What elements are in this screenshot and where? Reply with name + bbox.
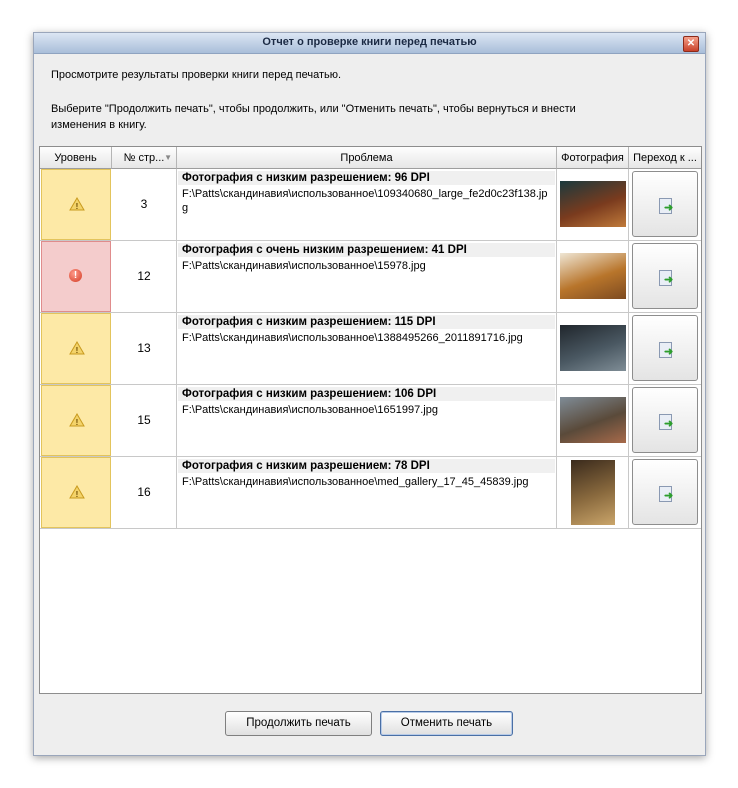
title-bar[interactable]: Отчет о проверке книги перед печатью ✕ bbox=[34, 33, 705, 54]
svg-text:!: ! bbox=[76, 346, 79, 355]
column-header-goto[interactable]: Переход к ... bbox=[629, 147, 701, 169]
close-icon[interactable]: ✕ bbox=[683, 36, 699, 52]
photo-cell bbox=[557, 313, 629, 384]
table-row[interactable]: ! 3 Фотография с низким разрешением: 96 DP… bbox=[40, 169, 701, 241]
level-cell: ! bbox=[41, 313, 111, 384]
photo-cell bbox=[557, 241, 629, 312]
goto-cell: ➜ bbox=[629, 241, 701, 312]
page-number-cell: 15 bbox=[112, 385, 177, 456]
page-number-cell: 13 bbox=[112, 313, 177, 384]
page-number-cell: 16 bbox=[112, 457, 177, 528]
problem-title: Фотография с низким разрешением: 106 DPI bbox=[178, 387, 555, 401]
file-path: F:\Patts\скандинавия\использованное\1597… bbox=[182, 260, 426, 272]
goto-page-button[interactable]: ➜ bbox=[632, 387, 698, 453]
level-cell: ! bbox=[41, 169, 111, 240]
goto-page-button[interactable]: ➜ bbox=[632, 459, 698, 525]
warning-icon: ! bbox=[69, 197, 85, 211]
problem-title: Фотография с низким разрешением: 115 DPI bbox=[178, 315, 555, 329]
column-header-level[interactable]: Уровень bbox=[40, 147, 112, 169]
goto-cell: ➜ bbox=[629, 169, 701, 240]
page-number-cell: 3 bbox=[112, 169, 177, 240]
warning-icon: ! bbox=[69, 413, 85, 427]
photo-thumbnail bbox=[560, 397, 626, 443]
file-path: F:\Patts\скандинавия\использованное\med_… bbox=[182, 476, 529, 488]
column-header-page-label: № стр... bbox=[123, 152, 165, 164]
go-to-page-icon: ➜ bbox=[659, 342, 674, 358]
problem-cell: Фотография с очень низким разрешением: 4… bbox=[177, 241, 557, 312]
problem-cell: Фотография с низким разрешением: 78 DPI F… bbox=[177, 457, 557, 528]
table-row[interactable]: ! 15 Фотография с низким разрешением: 106 … bbox=[40, 385, 701, 457]
go-to-page-icon: ➜ bbox=[659, 414, 674, 430]
message-review: Просмотрите результаты проверки книги пе… bbox=[51, 69, 342, 81]
go-to-page-icon: ➜ bbox=[659, 270, 674, 286]
goto-page-button[interactable]: ➜ bbox=[632, 243, 698, 309]
column-header-problem[interactable]: Проблема bbox=[177, 147, 557, 169]
svg-text:!: ! bbox=[76, 418, 79, 427]
level-cell: ! bbox=[41, 457, 111, 528]
goto-page-button[interactable]: ➜ bbox=[632, 171, 698, 237]
arrow-right-icon: ➜ bbox=[664, 346, 674, 358]
table-row[interactable]: ! 16 Фотография с низким разрешением: 78 D… bbox=[40, 457, 701, 529]
photo-cell bbox=[557, 385, 629, 456]
problem-title: Фотография с низким разрешением: 96 DPI bbox=[178, 171, 555, 185]
preflight-dialog: Отчет о проверке книги перед печатью ✕ П… bbox=[33, 32, 706, 756]
results-table: Уровень № стр... ▼ Проблема Фотография П… bbox=[39, 146, 702, 694]
arrow-right-icon: ➜ bbox=[664, 202, 674, 214]
goto-cell: ➜ bbox=[629, 385, 701, 456]
column-header-page[interactable]: № стр... ▼ bbox=[112, 147, 177, 169]
svg-text:!: ! bbox=[76, 202, 79, 211]
arrow-right-icon: ➜ bbox=[664, 418, 674, 430]
photo-thumbnail bbox=[560, 253, 626, 299]
problem-cell: Фотография с низким разрешением: 115 DPI… bbox=[177, 313, 557, 384]
file-path: F:\Patts\скандинавия\использованное\1388… bbox=[182, 332, 523, 344]
page-number-cell: 12 bbox=[112, 241, 177, 312]
warning-icon: ! bbox=[69, 485, 85, 499]
svg-text:!: ! bbox=[76, 490, 79, 499]
goto-page-button[interactable]: ➜ bbox=[632, 315, 698, 381]
sort-descending-icon: ▼ bbox=[164, 153, 172, 162]
photo-cell bbox=[557, 169, 629, 240]
dialog-title: Отчет о проверке книги перед печатью bbox=[262, 36, 477, 48]
message-instructions: Выберите "Продолжить печать", чтобы прод… bbox=[51, 103, 576, 131]
table-row[interactable]: ! 12 Фотография с очень низким разрешением… bbox=[40, 241, 701, 313]
cancel-print-button[interactable]: Отменить печать bbox=[380, 711, 513, 736]
problem-title: Фотография с низким разрешением: 78 DPI bbox=[178, 459, 555, 473]
photo-thumbnail bbox=[560, 325, 626, 371]
goto-cell: ➜ bbox=[629, 313, 701, 384]
problem-title: Фотография с очень низким разрешением: 4… bbox=[178, 243, 555, 257]
go-to-page-icon: ➜ bbox=[659, 486, 674, 502]
photo-thumbnail bbox=[571, 460, 615, 525]
table-row[interactable]: ! 13 Фотография с низким разрешением: 115 … bbox=[40, 313, 701, 385]
file-path: F:\Patts\скандинавия\использованное\1093… bbox=[182, 188, 548, 214]
level-cell: ! bbox=[41, 241, 111, 312]
problem-cell: Фотография с низким разрешением: 106 DPI… bbox=[177, 385, 557, 456]
warning-icon: ! bbox=[69, 341, 85, 355]
level-cell: ! bbox=[41, 385, 111, 456]
photo-thumbnail bbox=[560, 181, 626, 227]
go-to-page-icon: ➜ bbox=[659, 198, 674, 214]
goto-cell: ➜ bbox=[629, 457, 701, 528]
arrow-right-icon: ➜ bbox=[664, 274, 674, 286]
arrow-right-icon: ➜ bbox=[664, 490, 674, 502]
column-header-photo[interactable]: Фотография bbox=[557, 147, 629, 169]
continue-print-button[interactable]: Продолжить печать bbox=[225, 711, 372, 736]
file-path: F:\Patts\скандинавия\использованное\1651… bbox=[182, 404, 438, 416]
problem-cell: Фотография с низким разрешением: 96 DPI F… bbox=[177, 169, 557, 240]
error-icon: ! bbox=[69, 269, 82, 282]
photo-cell bbox=[557, 457, 629, 528]
